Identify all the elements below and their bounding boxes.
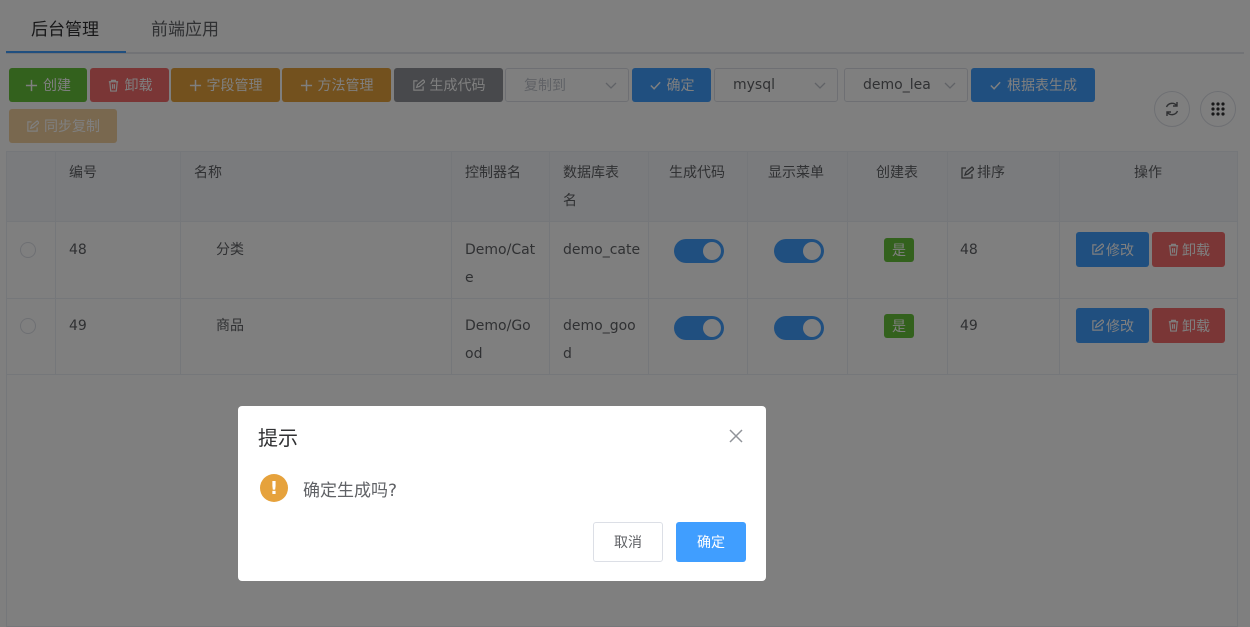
ok-button[interactable]: 确定	[676, 522, 746, 562]
dialog-title: 提示	[258, 426, 298, 450]
cancel-button[interactable]: 取消	[593, 522, 663, 562]
warning-icon: !	[260, 474, 288, 502]
confirm-dialog: 提示 ! 确定生成吗? 取消 确定	[238, 406, 766, 581]
dialog-message: 确定生成吗?	[303, 481, 398, 501]
close-icon[interactable]	[728, 428, 744, 444]
